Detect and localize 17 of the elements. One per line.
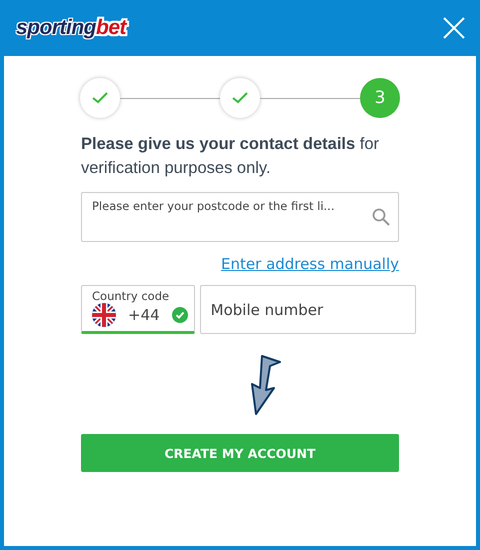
country-code-field[interactable]: Country code +44 (81, 285, 195, 334)
search-icon (372, 208, 390, 226)
create-account-button[interactable]: CREATE MY ACCOUNT (81, 434, 399, 472)
intro-text: Please give us your contact details for verification purposes only. (81, 134, 380, 179)
step-indicator: 3 (360, 78, 400, 118)
check-icon (172, 307, 188, 323)
enter-address-link[interactable]: Enter address manually (221, 255, 399, 273)
address-field[interactable]: Please enter your postcode or the first li... (81, 192, 399, 242)
check-icon (232, 92, 248, 104)
logo: sportingbet (16, 16, 126, 40)
country-code-value: +44 (128, 306, 160, 324)
check-icon (92, 92, 108, 104)
close-button[interactable] (442, 16, 466, 40)
field-label: Country code (92, 289, 170, 303)
flag-icon (92, 303, 116, 327)
arrow-icon (248, 354, 282, 416)
mobile-number-field[interactable]: Mobile number (200, 285, 416, 334)
